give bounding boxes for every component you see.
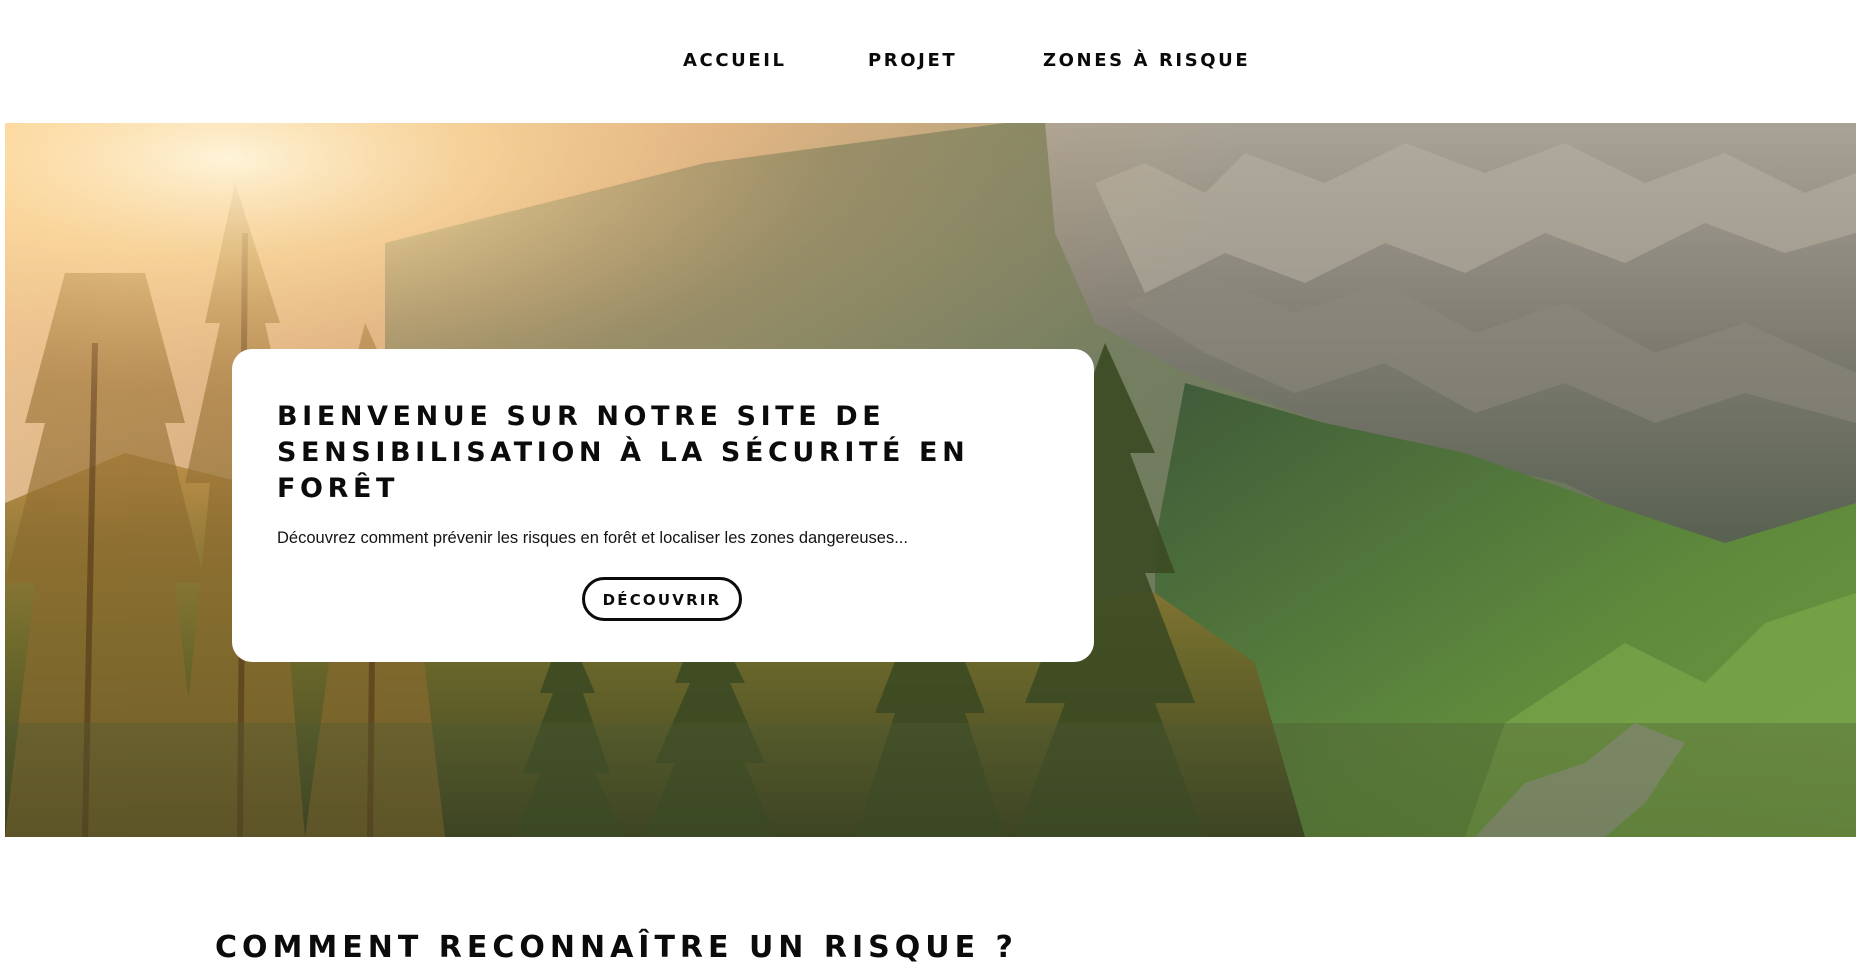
hero-title: BIENVENUE SUR NOTRE SITE DE SENSIBILISAT… — [277, 401, 970, 504]
nav-link-zones-a-risque[interactable]: ZONES À RISQUE — [1043, 50, 1250, 72]
decouvrir-button[interactable]: DÉCOUVRIR — [582, 577, 742, 621]
hero-welcome-card: BIENVENUE SUR NOTRE SITE DE SENSIBILISAT… — [232, 349, 1094, 662]
top-navigation: ACCUEIL PROJET ZONES À RISQUE — [0, 0, 1856, 123]
nav-link-accueil[interactable]: ACCUEIL — [683, 50, 787, 72]
nav-link-projet[interactable]: PROJET — [868, 50, 957, 72]
hero-description: Découvrez comment prévenir les risques e… — [277, 529, 908, 547]
section-heading: COMMENT RECONNAÎTRE UN RISQUE ? — [215, 930, 1018, 965]
